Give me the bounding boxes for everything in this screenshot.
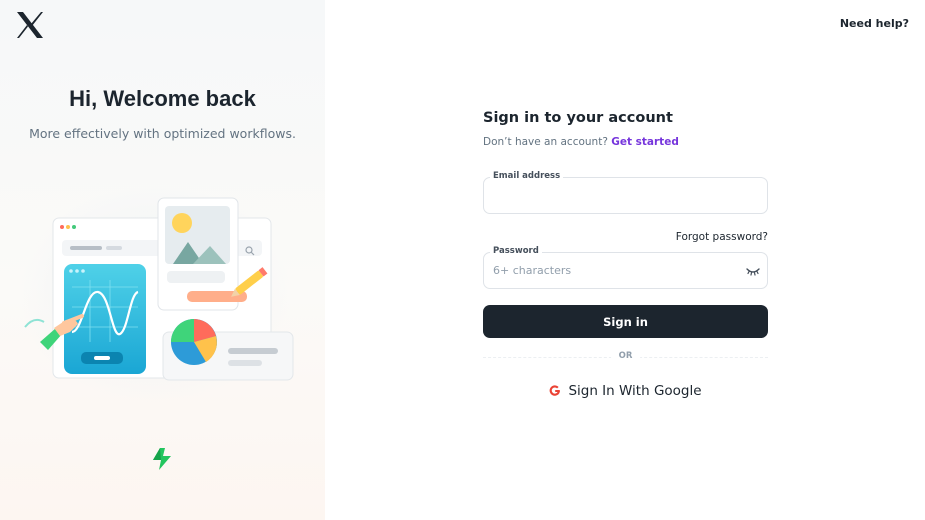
eye-closed-icon[interactable] <box>745 264 761 278</box>
google-sign-in-button[interactable]: Sign In With Google <box>483 379 768 403</box>
password-field: Password <box>483 246 768 289</box>
sign-in-button[interactable]: Sign in <box>483 305 768 338</box>
bolt-icon <box>153 448 171 470</box>
google-sign-in-label: Sign In With Google <box>568 383 702 399</box>
get-started-link[interactable]: Get started <box>611 136 679 148</box>
google-icon <box>550 385 561 396</box>
sign-in-form: Sign in to your account Don’t have an ac… <box>483 110 768 403</box>
welcome-title: Hi, Welcome back <box>69 86 256 111</box>
left-panel: Hi, Welcome back More effectively with o… <box>0 0 325 520</box>
dashboard-illustration <box>20 184 294 404</box>
password-input[interactable] <box>493 253 733 288</box>
x-logo-icon[interactable] <box>15 10 45 40</box>
need-help-link[interactable]: Need help? <box>840 17 909 30</box>
welcome-subtitle: More effectively with optimized workflow… <box>29 126 296 141</box>
email-field: Email address <box>483 171 768 214</box>
signup-prompt: Don’t have an account? Get started <box>483 136 768 148</box>
or-divider: OR <box>483 351 768 363</box>
form-title: Sign in to your account <box>483 110 673 126</box>
email-input[interactable] <box>493 178 733 213</box>
divider-label: OR <box>610 351 641 361</box>
forgot-password-link[interactable]: Forgot password? <box>483 231 768 243</box>
signup-prompt-text: Don’t have an account? <box>483 136 608 148</box>
